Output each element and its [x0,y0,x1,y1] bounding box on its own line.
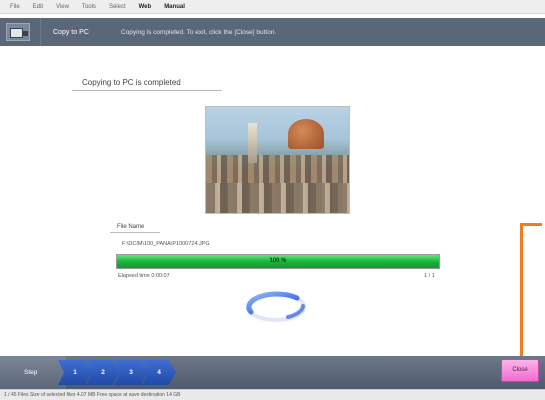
completed-heading: Copying to PC is completed [82,78,181,87]
main-panel: Copying to PC is completed File Name F:\… [0,46,545,356]
menu-view[interactable]: View [56,4,69,10]
file-name-underline [110,232,160,233]
window-title: Copy to PC [53,28,89,36]
file-name-label: File Name [117,224,145,230]
file-path: F:\DCIM\100_PANA\P1000724.JPG [122,241,210,247]
file-count: 1 / 1 [424,273,435,279]
heading-underline [72,90,222,91]
elapsed-time: Elapsed time 0:00:07 [118,273,170,279]
photo-thumbnail [205,106,350,214]
title-separator [40,18,41,46]
status-bar: 1 / 45 Files Size of selected files 4.07… [0,389,545,400]
thumbnail-tower [248,123,257,163]
step-label: Step [0,356,66,389]
copy-to-pc-icon [6,23,30,41]
menu-select[interactable]: Select [109,4,126,10]
thumbnail-dome [288,119,324,149]
close-button[interactable]: Close [501,359,539,382]
instruction-message: Copying is completed. To exit, click the… [121,28,277,36]
progress-percent: 100 % [269,258,287,264]
step-bar: Step 1 2 3 4 [0,356,545,389]
thumbnail-foreground [206,183,349,213]
menu-tools[interactable]: Tools [82,4,96,10]
menu-web[interactable]: Web [139,4,152,10]
callout-line-vertical [520,223,523,365]
loading-ring-icon [246,291,306,322]
menu-manual[interactable]: Manual [164,4,185,10]
menu-bar: File Edit View Tools Select Web Manual [0,0,545,14]
title-bar: Copy to PC Copying is completed. To exit… [0,18,545,46]
callout-line-horizontal [520,223,542,226]
progress-bar: 100 % [116,254,440,269]
menu-edit[interactable]: Edit [33,4,43,10]
menu-file[interactable]: File [10,4,20,10]
